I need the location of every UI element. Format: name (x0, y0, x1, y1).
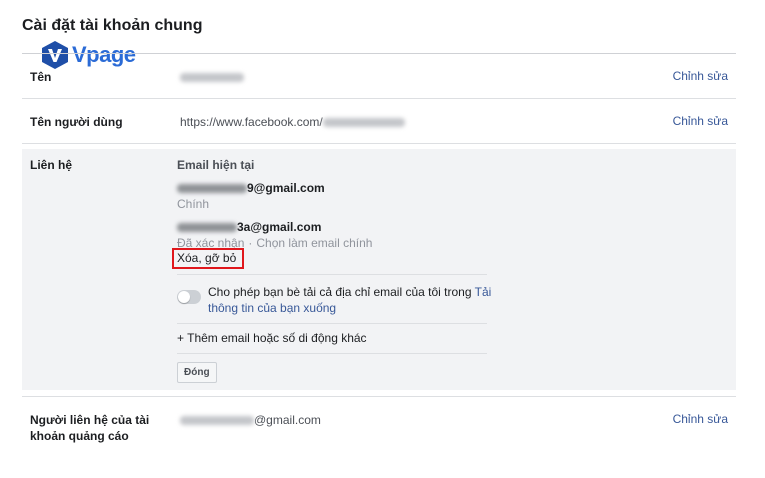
username-value: https://www.facebook.com/ (180, 115, 405, 129)
make-primary-link[interactable]: Chọn làm email chính (256, 236, 372, 250)
ad-contact-label: Người liên hệ của tài khoản quảng cáo (30, 413, 150, 443)
secondary-email: 3a@gmail.com (177, 220, 321, 234)
name-edit-link[interactable]: Chỉnh sửa (673, 69, 728, 83)
inner-divider (177, 323, 487, 324)
add-email-link[interactable]: + Thêm email hoặc số di động khác (177, 331, 367, 345)
username-row: Tên người dùng https://www.facebook.com/… (22, 99, 736, 143)
current-email-heading: Email hiện tại (177, 158, 255, 172)
page-title: Cài đặt tài khoản chung (22, 17, 203, 34)
inner-divider (177, 274, 487, 275)
toggle-knob (178, 291, 190, 303)
ad-contact-edit-link[interactable]: Chỉnh sửa (673, 412, 728, 426)
username-label: Tên người dùng (30, 115, 123, 129)
ad-contact-row: Người liên hệ của tài khoản quảng cáo @g… (22, 397, 736, 457)
primary-email: 9@gmail.com (177, 181, 325, 195)
name-row: Tên Chỉnh sửa (22, 54, 736, 98)
remove-email-link[interactable]: Xóa, gỡ bỏ (177, 251, 236, 265)
username-edit-link[interactable]: Chỉnh sửa (673, 114, 728, 128)
username-url: https://www.facebook.com/ (180, 115, 323, 129)
name-label: Tên (30, 70, 52, 84)
inner-divider (177, 353, 487, 354)
close-button[interactable]: Đóng (177, 362, 217, 383)
name-value (180, 70, 244, 84)
toggle-description: Cho phép bạn bè tải cả địa chỉ email của… (208, 285, 492, 315)
primary-email-status: Chính (177, 197, 210, 211)
ad-contact-email: @gmail.com (180, 413, 321, 427)
contact-label: Liên hệ (30, 158, 73, 172)
row-divider (22, 143, 736, 144)
download-email-toggle[interactable] (177, 290, 201, 304)
